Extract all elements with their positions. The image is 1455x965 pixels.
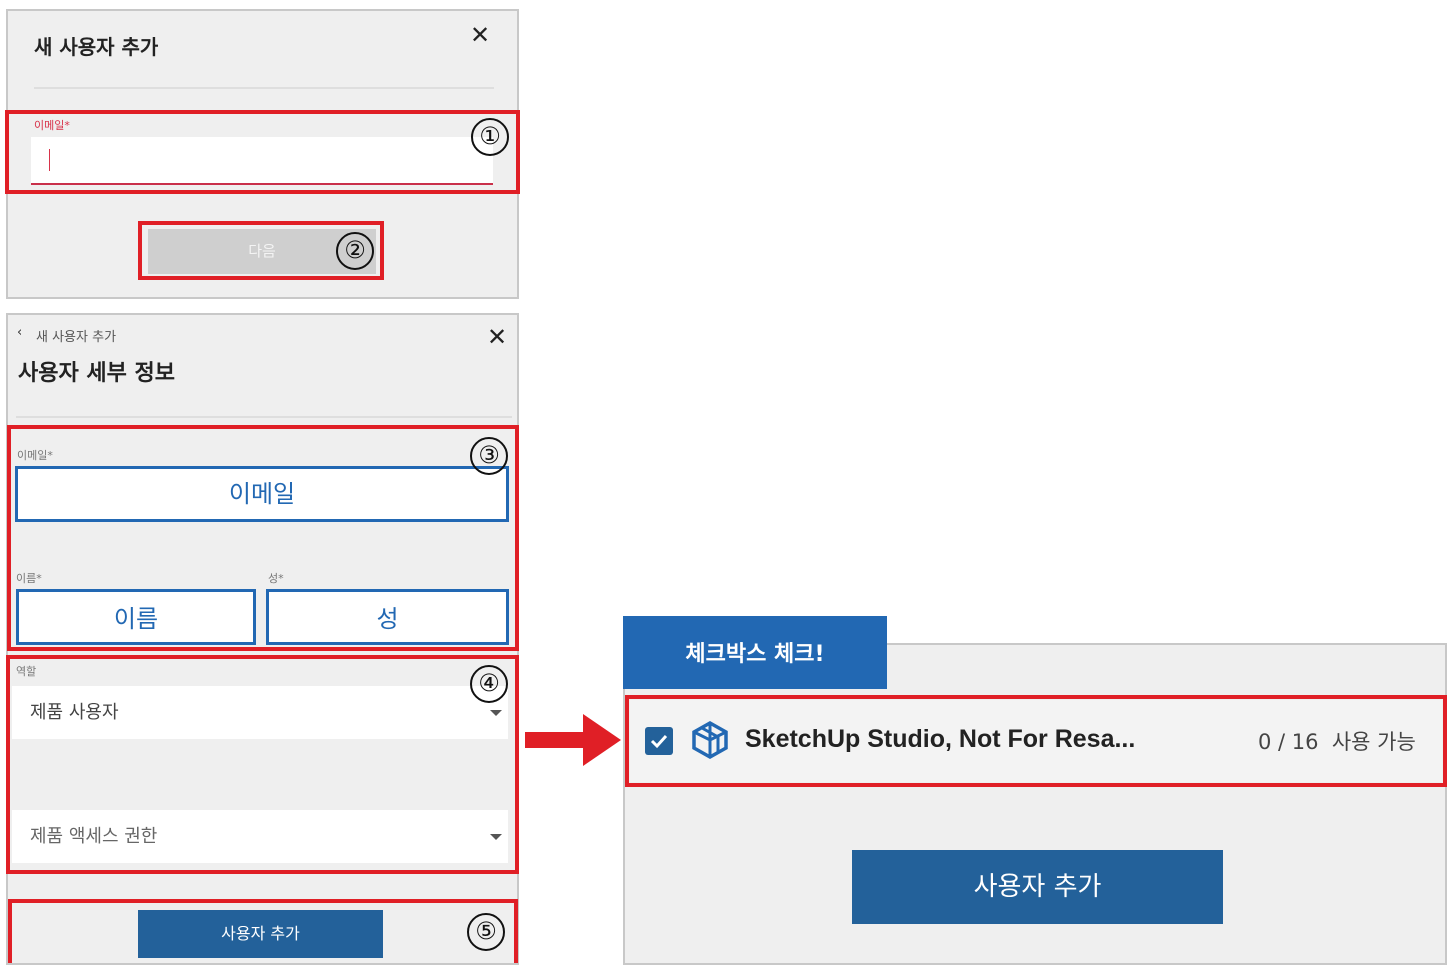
role-select[interactable]: 제품 사용자: [12, 686, 508, 739]
breadcrumb[interactable]: 새 사용자 추가: [36, 326, 116, 345]
callout-tab: 체크박스 체크!: [623, 616, 887, 689]
email-input[interactable]: [31, 137, 493, 185]
email-label: 이메일*: [17, 449, 53, 462]
checkbox-checked-icon[interactable]: [645, 727, 673, 755]
marker-1: ①: [471, 118, 509, 156]
add-user-button-large-label: 사용자 추가: [973, 872, 1102, 902]
email-label: 이메일*: [34, 119, 70, 132]
divider: [16, 416, 512, 418]
chevron-left-icon[interactable]: ‹: [17, 325, 22, 340]
marker-3: ③: [470, 437, 508, 475]
close-icon[interactable]: ✕: [485, 325, 509, 349]
email-field[interactable]: 이메일: [15, 466, 509, 522]
last-name-field[interactable]: 성: [266, 589, 509, 645]
caret-down-icon: [490, 834, 502, 840]
last-name-label: 성*: [268, 572, 284, 585]
caret-down-icon: [490, 710, 502, 716]
add-user-button-label: 사용자 추가: [221, 924, 300, 943]
last-name-value: 성: [376, 605, 399, 633]
arrow-right-icon: [525, 714, 621, 766]
email-field-value: 이메일: [228, 480, 296, 508]
product-name: SketchUp Studio, Not For Resa...: [745, 725, 1136, 753]
text-cursor: [49, 149, 50, 171]
product-access-value: 제품 액세스 권한: [30, 826, 158, 847]
availability-text: 0 / 16 사용 가능: [1258, 730, 1416, 754]
marker-5: ⑤: [467, 913, 505, 951]
divider: [34, 87, 494, 89]
callout-tab-label: 체크박스 체크!: [685, 642, 825, 667]
dialog-title: 사용자 세부 정보: [18, 361, 175, 386]
first-name-label: 이름*: [16, 572, 42, 585]
first-name-field[interactable]: 이름: [16, 589, 256, 645]
role-label: 역할: [16, 665, 37, 678]
sketchup-logo-icon: [692, 720, 728, 760]
close-icon[interactable]: ✕: [468, 23, 492, 47]
next-button-label: 다음: [248, 242, 276, 260]
product-row[interactable]: SketchUp Studio, Not For Resa... 0 / 16 …: [630, 700, 1442, 782]
marker-2: ②: [336, 232, 374, 270]
dialog-title: 새 사용자 추가: [34, 35, 159, 59]
add-user-button-large[interactable]: 사용자 추가: [852, 850, 1223, 924]
add-user-button[interactable]: 사용자 추가: [138, 910, 383, 958]
role-value: 제품 사용자: [30, 702, 119, 723]
marker-4: ④: [470, 665, 508, 703]
product-access-select[interactable]: 제품 액세스 권한: [12, 810, 508, 863]
checkmark-icon: [650, 734, 668, 749]
first-name-value: 이름: [113, 605, 159, 633]
